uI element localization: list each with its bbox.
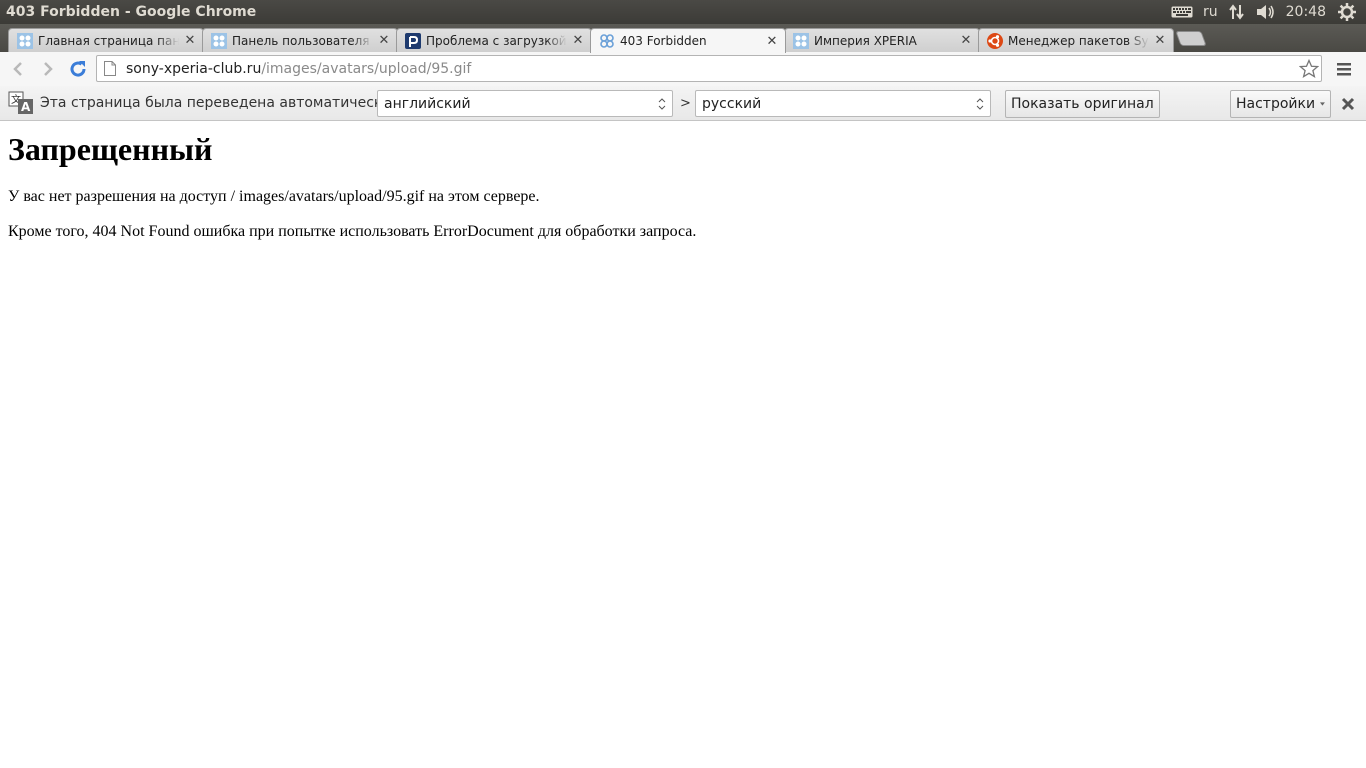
url-path: /images/avatars/upload/95.gif xyxy=(261,60,472,77)
reload-icon xyxy=(70,61,86,77)
os-top-panel: 403 Forbidden - Google Chrome ru 20:48 xyxy=(0,0,1366,24)
page-heading: Запрещенный xyxy=(8,131,213,167)
bookmark-star-icon[interactable] xyxy=(1299,59,1319,79)
ubuntu-favicon-icon xyxy=(987,32,1003,49)
new-tab-button[interactable] xyxy=(1175,31,1207,46)
volume-icon[interactable] xyxy=(1256,4,1276,20)
close-icon[interactable]: ✕ xyxy=(1153,33,1167,48)
clock[interactable]: 20:48 xyxy=(1286,4,1326,20)
close-icon[interactable]: ✕ xyxy=(377,33,391,48)
browser-toolbar: sony-xperia-club.ru/images/avatars/uploa… xyxy=(0,52,1366,86)
error-detail: Кроме того, 404 Not Found ошибка при поп… xyxy=(8,223,697,240)
p-favicon-icon xyxy=(405,32,421,49)
target-language-select[interactable]: русский xyxy=(695,90,991,117)
keyboard-layout[interactable]: ru xyxy=(1203,4,1218,20)
show-original-button[interactable]: Показать оригинал xyxy=(1005,90,1160,118)
source-language-select[interactable]: английский xyxy=(377,90,673,117)
forward-arrow-icon xyxy=(44,62,53,76)
tab-label: Панель пользователя - А xyxy=(232,33,373,48)
forward-button[interactable] xyxy=(34,55,62,83)
tab-xperia-empire[interactable]: Империя XPERIA ✕ xyxy=(784,28,980,52)
close-icon[interactable]: ✕ xyxy=(571,33,585,48)
select-arrows-icon xyxy=(658,98,666,110)
error-message: У вас нет разрешения на доступ / images/… xyxy=(8,188,540,205)
translate-settings-button[interactable]: Настройки xyxy=(1230,90,1331,118)
svg-text:A: A xyxy=(21,100,31,114)
address-bar[interactable]: sony-xperia-club.ru/images/avatars/uploa… xyxy=(96,55,1322,82)
network-icon[interactable] xyxy=(1228,3,1246,21)
target-language-value: русский xyxy=(702,95,762,112)
close-icon[interactable]: ✕ xyxy=(959,33,973,48)
menu-icon[interactable] xyxy=(1334,60,1354,78)
keyboard-icon[interactable] xyxy=(1171,6,1193,18)
source-language-value: английский xyxy=(384,95,471,112)
language-separator: > xyxy=(680,96,691,111)
tab-label: Проблема с загрузкой ав xyxy=(426,33,567,48)
back-arrow-icon xyxy=(13,62,22,76)
tab-avatar-problem[interactable]: Проблема с загрузкой ав ✕ xyxy=(396,28,592,52)
back-button[interactable] xyxy=(4,55,32,83)
window-title: 403 Forbidden - Google Chrome xyxy=(6,4,257,20)
gear-icon[interactable] xyxy=(1338,3,1356,21)
xperia-favicon-icon xyxy=(17,32,33,49)
translate-icon: 文 A xyxy=(8,91,33,114)
tab-home-panel[interactable]: Главная страница панели ✕ xyxy=(8,28,204,52)
tab-strip: Главная страница панели ✕ Панель пользов… xyxy=(0,24,1366,53)
dropdown-arrow-icon xyxy=(1320,102,1325,106)
url-host: sony-xperia-club.ru xyxy=(126,60,262,77)
page-content: Запрещенный У вас нет разрешения на дост… xyxy=(8,122,1358,242)
translate-message: Эта страница была переведена автоматичес… xyxy=(40,95,392,111)
os-indicators: ru 20:48 xyxy=(1171,0,1366,24)
close-icon[interactable]: ✕ xyxy=(765,34,779,49)
select-arrows-icon xyxy=(976,98,984,110)
settings-label: Настройки xyxy=(1236,96,1316,112)
page-icon xyxy=(104,61,116,76)
tab-label: 403 Forbidden xyxy=(620,34,707,48)
tab-user-panel[interactable]: Панель пользователя - А ✕ xyxy=(202,28,398,52)
xperia-favicon-icon xyxy=(211,32,227,49)
xperia-favicon-icon xyxy=(599,33,615,49)
tab-label: Менеджер пакетов Synap xyxy=(1008,33,1149,48)
close-icon[interactable]: ✕ xyxy=(183,33,197,48)
tab-label: Империя XPERIA xyxy=(814,33,917,48)
url-text[interactable]: sony-xperia-club.ru/images/avatars/uploa… xyxy=(126,61,471,77)
reload-button[interactable] xyxy=(64,55,92,83)
tab-403-forbidden[interactable]: 403 Forbidden ✕ xyxy=(590,28,786,53)
tab-label: Главная страница панели xyxy=(38,33,179,48)
tab-synaptic[interactable]: Менеджер пакетов Synap ✕ xyxy=(978,28,1174,52)
close-infobar-icon[interactable] xyxy=(1340,96,1356,112)
xperia-favicon-icon xyxy=(793,32,809,49)
